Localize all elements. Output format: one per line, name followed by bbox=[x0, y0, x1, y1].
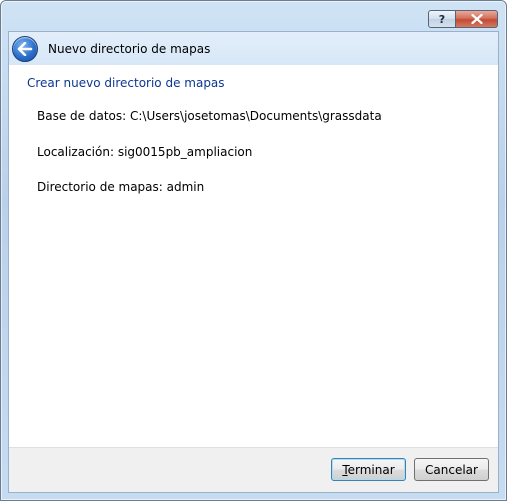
back-button[interactable] bbox=[12, 35, 38, 62]
location-info: Localización: sig0015pb_ampliacion bbox=[37, 145, 253, 159]
back-arrow-icon bbox=[17, 41, 33, 56]
close-icon bbox=[470, 14, 483, 24]
cancel-button-label: Cancelar bbox=[425, 462, 478, 477]
wizard-footer: Terminar Cancelar bbox=[9, 447, 498, 492]
mapset-info: Directorio de mapas: admin bbox=[37, 180, 205, 194]
database-info: Base de datos: C:\Users\josetomas\Docume… bbox=[37, 109, 382, 123]
wizard-panel: Nuevo directorio de mapas Crear nuevo di… bbox=[8, 31, 499, 493]
finish-button-label: Terminar bbox=[342, 462, 395, 477]
wizard-title: Nuevo directorio de mapas bbox=[48, 41, 211, 56]
finish-button[interactable]: Terminar bbox=[331, 458, 406, 481]
help-button[interactable]: ? bbox=[428, 10, 456, 28]
wizard-body: Crear nuevo directorio de mapas Base de … bbox=[9, 65, 498, 448]
caption-buttons: ? bbox=[428, 10, 498, 28]
section-title: Crear nuevo directorio de mapas bbox=[27, 76, 225, 90]
help-icon: ? bbox=[438, 12, 446, 26]
close-button[interactable] bbox=[455, 10, 498, 28]
cancel-button[interactable]: Cancelar bbox=[414, 458, 489, 481]
dialog-window: ? Nuevo directorio de mapas Crear nuevo … bbox=[0, 0, 507, 501]
wizard-header: Nuevo directorio de mapas bbox=[9, 32, 498, 65]
